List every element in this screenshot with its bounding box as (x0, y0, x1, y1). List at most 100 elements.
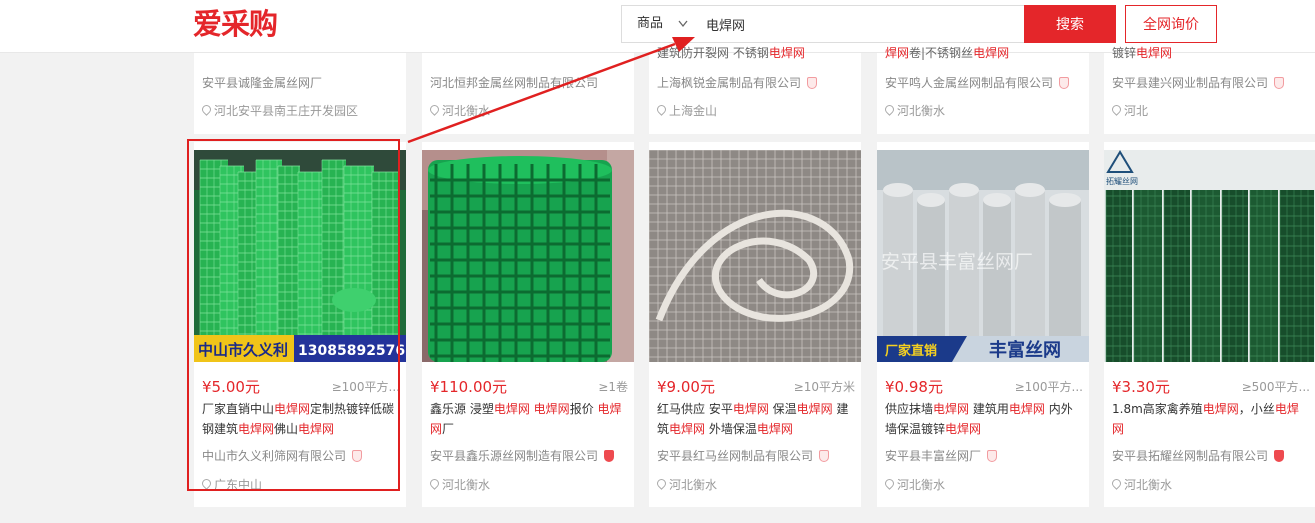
location-text: 河北衡水 (897, 478, 946, 492)
product-card-partial[interactable]: 河北恒邦金属丝网制品有限公司 河北衡水 (422, 53, 634, 134)
verified-badge-icon (819, 450, 830, 462)
location-text: 河北衡水 (669, 478, 718, 492)
company-name-text: 安平鸣人金属丝网制品有限公司 (885, 76, 1054, 90)
company-name[interactable]: 中山市久义利筛网有限公司 (202, 447, 398, 464)
location-pin-icon (428, 103, 441, 116)
keyword-highlight: 电焊网 (1008, 402, 1045, 416)
product-price: ¥0.98元 (885, 378, 943, 396)
company-name-text: 上海枫锐金属制品有限公司 (657, 76, 802, 90)
verified-badge-icon (1274, 77, 1285, 89)
company-name-text: 安平县建兴网业制品有限公司 (1112, 76, 1269, 90)
title-text: 供应抹墙 (885, 402, 934, 416)
company-name[interactable]: 安平县丰富丝网厂 (885, 447, 1081, 464)
title-text: 厂 (442, 422, 455, 436)
keyword-highlight: 电焊网 (533, 402, 570, 416)
image-overlay-right: 丰富丝网 (989, 339, 1061, 361)
location-text: 河北衡水 (442, 104, 491, 118)
search-type-label: 商品 (637, 16, 664, 31)
product-card[interactable]: ¥9.00元 ≥10平方米 红马供应 安平电焊网 保温电焊网 建筑电焊网 外墙保… (649, 142, 861, 507)
location-pin-icon (655, 103, 668, 116)
product-title-cut[interactable] (430, 45, 626, 61)
location-pin-icon (655, 477, 668, 490)
product-title[interactable]: 鑫乐源 浸塑电焊网 电焊网报价 电焊网厂 (430, 399, 628, 439)
product-price: ¥5.00元 (202, 378, 260, 396)
location-pin-icon (883, 477, 896, 490)
product-card[interactable]: 拓耀丝网 ¥3.30元 ≥500平方... 1.8m高家禽养殖电焊网，小丝电焊网… (1104, 142, 1315, 507)
company-name[interactable]: 安平县鑫乐源丝网制造有限公司 (430, 447, 626, 464)
keyword-highlight: 电焊网 (669, 422, 706, 436)
verified-badge-icon (987, 450, 998, 462)
product-title[interactable]: 1.8m高家禽养殖电焊网，小丝电焊网 (1112, 399, 1310, 439)
company-name-text: 安平县丰富丝网厂 (885, 449, 982, 463)
product-title-cut[interactable] (202, 45, 398, 61)
product-card[interactable]: 中山市久义利 13085892576 ¥5.00元 ≥100平方... 厂家直销… (194, 142, 406, 507)
company-name[interactable]: 河北恒邦金属丝网制品有限公司 (430, 74, 626, 91)
verified-badge-icon (604, 450, 615, 462)
location: 河北衡水 (1110, 476, 1173, 493)
company-name-text: 安平县鑫乐源丝网制造有限公司 (430, 449, 599, 463)
image-watermark: 安平县丰富丝网厂 (881, 251, 1033, 273)
keyword-highlight: 电焊网 (756, 422, 793, 436)
product-title[interactable]: 供应抹墙电焊网 建筑用电焊网 内外墙保温镀锌电焊网 (885, 399, 1083, 439)
product-card-partial[interactable]: 建筑防开裂网 不锈钢电焊网 上海枫锐金属制品有限公司 上海金山 (649, 46, 861, 134)
title-text: 卷|不锈钢丝 (909, 46, 974, 60)
product-card[interactable]: ¥110.00元 ≥1卷 鑫乐源 浸塑电焊网 电焊网报价 电焊网厂 安平县鑫乐源… (422, 142, 634, 507)
product-image[interactable] (422, 150, 634, 362)
product-title-cut[interactable]: 焊网卷|不锈钢丝电焊网 (885, 45, 1081, 61)
company-name-text: 河北恒邦金属丝网制品有限公司 (430, 76, 599, 90)
product-image[interactable]: 安平县丰富丝网厂 厂家直销 丰富丝网 (877, 150, 1089, 362)
verified-badge-icon (1059, 77, 1070, 89)
product-card[interactable]: 安平县丰富丝网厂 厂家直销 丰富丝网 ¥0.98元 ≥100平方... 供应抹墙… (877, 142, 1089, 507)
title-text: 佛山 (274, 422, 299, 436)
company-name[interactable]: 安平县诚隆金属丝网厂 (202, 74, 398, 91)
product-title[interactable]: 红马供应 安平电焊网 保温电焊网 建筑电焊网 外墙保温电焊网 (657, 399, 855, 439)
keyword-highlight: 电焊网 (1202, 402, 1239, 416)
title-text: ，小丝 (1238, 402, 1275, 416)
product-card-partial[interactable]: 镀锌电焊网 安平县建兴网业制品有限公司 河北 (1104, 46, 1315, 134)
title-text: 鑫乐源 浸塑 (430, 402, 494, 416)
verified-badge-icon (807, 77, 818, 89)
company-name[interactable]: 安平县拓耀丝网制品有限公司 (1112, 447, 1308, 464)
keyword-highlight: 电焊网 (298, 422, 335, 436)
title-text: 厂家直销中山 (202, 402, 275, 416)
location-pin-icon (883, 103, 896, 116)
min-order-quantity: ≥100平方... (1014, 380, 1083, 394)
keyword-highlight: 焊网 (885, 46, 910, 60)
product-title-cut[interactable]: 镀锌电焊网 (1112, 45, 1308, 61)
location-pin-icon (200, 477, 213, 490)
keyword-highlight: 电焊网 (973, 46, 1010, 60)
product-card-partial[interactable]: 焊网卷|不锈钢丝电焊网 安平鸣人金属丝网制品有限公司 河北衡水 (877, 46, 1089, 134)
location: 河北衡水 (428, 476, 490, 493)
product-card-partial[interactable]: 安平县诚隆金属丝网厂 河北安平县南王庄开发园区 (194, 53, 406, 134)
image-overlay-left: 厂家直销 (885, 343, 937, 359)
location-text: 河北衡水 (1124, 478, 1173, 492)
location-pin-icon (200, 103, 213, 116)
verified-badge-icon (1274, 450, 1285, 462)
product-price: ¥9.00元 (657, 378, 715, 396)
product-title[interactable]: 厂家直销中山电焊网定制热镀锌低碳钢建筑电焊网佛山电焊网 (202, 399, 400, 439)
search-type-select[interactable]: 商品 (622, 6, 700, 42)
search-input[interactable] (702, 12, 1010, 36)
min-order-quantity: ≥1卷 (598, 380, 628, 394)
image-overlay-left: 中山市久义利 (198, 341, 288, 359)
product-image[interactable]: 中山市久义利 13085892576 (194, 150, 406, 362)
product-image[interactable] (649, 150, 861, 362)
product-title-cut[interactable]: 建筑防开裂网 不锈钢电焊网 (657, 45, 853, 61)
min-order-quantity: ≥10平方米 (793, 380, 855, 394)
company-name[interactable]: 安平县红马丝网制品有限公司 (657, 447, 853, 464)
company-name[interactable]: 安平县建兴网业制品有限公司 (1112, 74, 1308, 91)
location: 河北衡水 (655, 476, 718, 493)
company-name[interactable]: 安平鸣人金属丝网制品有限公司 (885, 74, 1081, 91)
title-text: 红马供应 安平 (657, 402, 733, 416)
verified-badge-icon (352, 450, 363, 462)
product-image[interactable]: 拓耀丝网 (1104, 150, 1315, 362)
search-button[interactable]: 搜索 (1024, 5, 1116, 43)
keyword-highlight: 电焊网 (274, 402, 311, 416)
min-order-quantity: ≥100平方... (331, 380, 400, 394)
global-inquiry-button[interactable]: 全网询价 (1125, 5, 1217, 43)
title-text: 建筑防开裂网 不锈钢 (657, 46, 769, 60)
company-name[interactable]: 上海枫锐金属制品有限公司 (657, 74, 853, 91)
site-logo[interactable]: 爱采购 (193, 6, 278, 42)
location-pin-icon (428, 477, 441, 490)
location: 广东中山 (200, 476, 262, 493)
